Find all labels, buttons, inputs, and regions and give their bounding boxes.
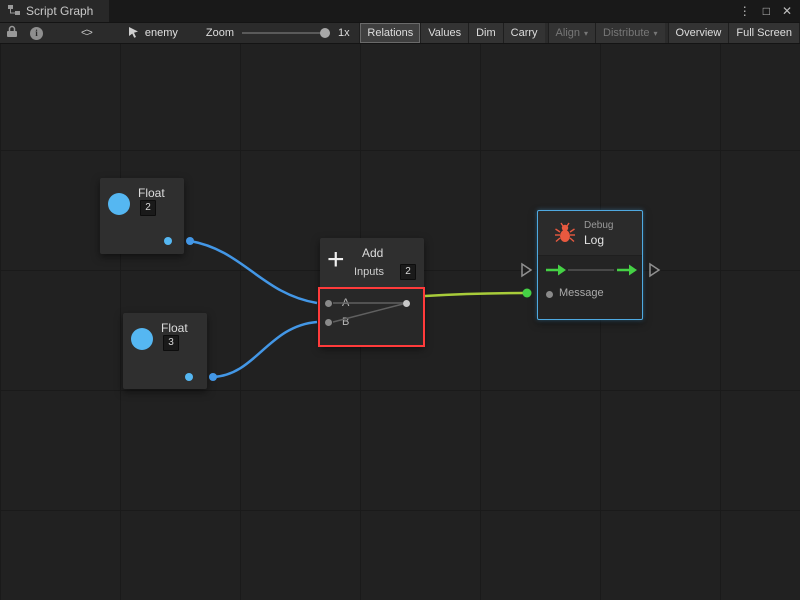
wire-endpoint-dot — [209, 373, 217, 381]
dim-button[interactable]: Dim — [468, 23, 503, 43]
window-menu-icon[interactable]: ⋮ — [739, 4, 751, 18]
message-port-label: Message — [559, 287, 604, 299]
graph-breadcrumb[interactable]: enemy — [128, 23, 178, 43]
debug-ports-section: Message — [538, 255, 642, 319]
distribute-dropdown[interactable]: Distribute ▾ — [595, 23, 664, 43]
zoom-control: Zoom 1x — [206, 23, 350, 43]
chevron-down-icon: ▾ — [654, 29, 658, 38]
wire-float2-to-add-b — [213, 322, 317, 377]
wire-float1-to-add-a — [190, 241, 317, 303]
input-port-b[interactable] — [325, 319, 332, 326]
message-input-port[interactable] — [546, 291, 553, 298]
bug-icon — [554, 222, 576, 249]
node-title: Add — [362, 246, 383, 260]
toolbar-left-group: i <> — [0, 23, 98, 43]
graph-name-label: enemy — [145, 27, 178, 39]
zoom-slider[interactable] — [242, 32, 330, 34]
lock-icon[interactable] — [6, 25, 18, 41]
port-b-label: B — [342, 316, 349, 328]
titlebar: Script Graph ⋮ □ ✕ — [0, 0, 800, 22]
float-output-port[interactable] — [164, 237, 172, 245]
inputs-label: Inputs — [354, 266, 384, 278]
carry-button[interactable]: Carry — [503, 23, 545, 43]
values-button[interactable]: Values — [420, 23, 468, 43]
flow-output-triangle-icon — [650, 264, 659, 276]
wire-endpoint-dot-green — [523, 289, 532, 298]
plus-icon: + — [327, 240, 345, 280]
align-dropdown[interactable]: Align ▾ — [548, 23, 595, 43]
node-title: Float — [138, 186, 165, 200]
info-icon[interactable]: i — [30, 27, 43, 40]
fullscreen-button[interactable]: Full Screen — [728, 23, 800, 43]
graph-canvas[interactable]: Float 2 Float 3 + Add Inputs 2 A B — [0, 44, 800, 600]
node-title: Float — [161, 321, 188, 335]
flow-input-triangle-icon — [522, 264, 531, 276]
relations-button[interactable]: Relations — [359, 23, 420, 43]
wire-endpoint-dot — [186, 237, 194, 245]
node-category: Debug — [584, 220, 613, 231]
toolbar-buttons: Relations Values Dim Carry Align ▾ Distr… — [359, 23, 800, 43]
wire-add-to-debug-message — [425, 293, 525, 296]
node-debug-log[interactable]: Debug Log Message — [537, 210, 643, 320]
zoom-label: Zoom — [206, 27, 234, 39]
float-literal-icon — [108, 193, 130, 215]
float-value-field[interactable]: 3 — [163, 335, 179, 351]
zoom-slider-knob[interactable] — [320, 28, 330, 38]
float-value-field[interactable]: 2 — [140, 200, 156, 216]
float-literal-icon — [131, 328, 153, 350]
chevron-down-icon: ▾ — [584, 29, 588, 38]
graph-pointer-icon — [128, 26, 139, 41]
inputs-count-field[interactable]: 2 — [400, 264, 416, 280]
node-title: Log — [584, 233, 604, 247]
tab-script-graph[interactable]: Script Graph — [0, 0, 109, 22]
node-float-2[interactable]: Float 3 — [123, 313, 207, 389]
close-icon[interactable]: ✕ — [782, 4, 792, 18]
add-ports-section: A B — [320, 287, 424, 346]
sum-output-port[interactable] — [403, 300, 410, 307]
overview-button[interactable]: Overview — [668, 23, 729, 43]
node-float-1[interactable]: Float 2 — [100, 178, 184, 254]
input-port-a[interactable] — [325, 300, 332, 307]
port-a-label: A — [342, 297, 349, 309]
code-view-icon[interactable]: <> — [81, 27, 92, 39]
window-controls: ⋮ □ ✕ — [739, 0, 800, 22]
tab-label: Script Graph — [26, 4, 93, 18]
node-add[interactable]: + Add Inputs 2 A B — [320, 238, 424, 346]
graph-toolbar: i <> enemy Zoom 1x Relations Values Dim … — [0, 22, 800, 44]
maximize-icon[interactable]: □ — [763, 4, 770, 18]
zoom-value: 1x — [338, 27, 350, 39]
script-graph-icon — [8, 4, 20, 19]
float-output-port[interactable] — [185, 373, 193, 381]
